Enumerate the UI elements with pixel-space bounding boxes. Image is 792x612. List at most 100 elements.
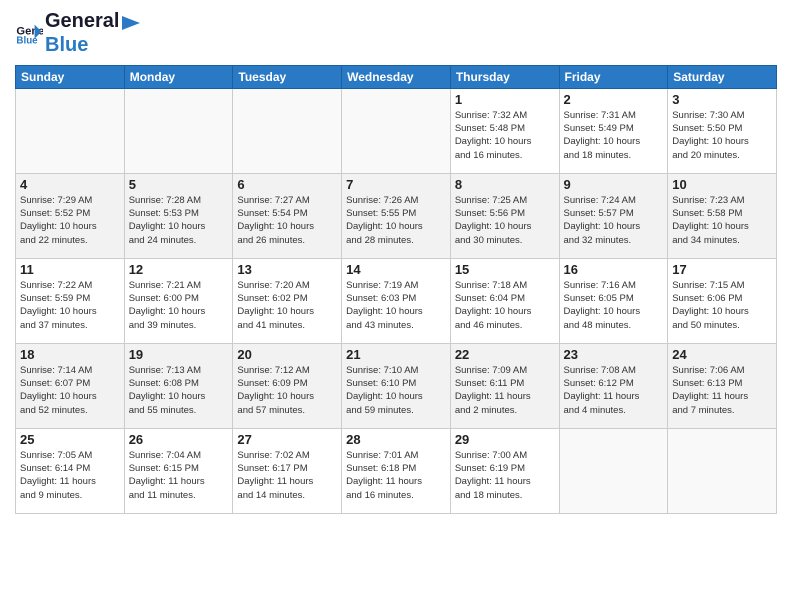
day-info: Sunrise: 7:15 AM Sunset: 6:06 PM Dayligh… <box>672 279 772 332</box>
calendar-cell: 19 Sunrise: 7:13 AM Sunset: 6:08 PM Dayli… <box>124 343 233 428</box>
day-info: Sunrise: 7:04 AM Sunset: 6:15 PM Dayligh… <box>129 449 229 502</box>
day-number: 6 <box>237 177 337 192</box>
day-number: 8 <box>455 177 555 192</box>
day-number: 1 <box>455 92 555 107</box>
day-info: Sunrise: 7:05 AM Sunset: 6:14 PM Dayligh… <box>20 449 120 502</box>
weekday-header-sunday: Sunday <box>16 65 125 88</box>
day-info: Sunrise: 7:02 AM Sunset: 6:17 PM Dayligh… <box>237 449 337 502</box>
calendar-cell: 10Sunrise: 7:23 AM Sunset: 5:58 PM Dayli… <box>668 173 777 258</box>
day-number: 14 <box>346 262 446 277</box>
calendar-cell: 11 Sunrise: 7:22 AM Sunset: 5:59 PM Dayli… <box>16 258 125 343</box>
day-info: Sunrise: 7:19 AM Sunset: 6:03 PM Dayligh… <box>346 279 446 332</box>
calendar-cell: 13Sunrise: 7:20 AM Sunset: 6:02 PM Dayli… <box>233 258 342 343</box>
day-info: Sunrise: 7:31 AM Sunset: 5:49 PM Dayligh… <box>564 109 664 162</box>
calendar-cell: 2Sunrise: 7:31 AM Sunset: 5:49 PM Daylig… <box>559 88 668 173</box>
day-number: 19 <box>129 347 229 362</box>
calendar-cell: 21 Sunrise: 7:10 AM Sunset: 6:10 PM Dayli… <box>342 343 451 428</box>
calendar-cell: 22 Sunrise: 7:09 AM Sunset: 6:11 PM Dayli… <box>450 343 559 428</box>
day-info: Sunrise: 7:13 AM Sunset: 6:08 PM Dayligh… <box>129 364 229 417</box>
day-info: Sunrise: 7:14 AM Sunset: 6:07 PM Dayligh… <box>20 364 120 417</box>
calendar-cell: 3Sunrise: 7:30 AM Sunset: 5:50 PM Daylig… <box>668 88 777 173</box>
day-info: Sunrise: 7:28 AM Sunset: 5:53 PM Dayligh… <box>129 194 229 247</box>
calendar-cell: 26 Sunrise: 7:04 AM Sunset: 6:15 PM Dayli… <box>124 428 233 513</box>
weekday-header-tuesday: Tuesday <box>233 65 342 88</box>
day-number: 27 <box>237 432 337 447</box>
logo-general: General <box>45 10 119 32</box>
calendar-cell <box>342 88 451 173</box>
calendar-cell: 1 Sunrise: 7:32 AM Sunset: 5:48 PM Daylig… <box>450 88 559 173</box>
day-info: Sunrise: 7:08 AM Sunset: 6:12 PM Dayligh… <box>564 364 664 417</box>
calendar-cell: 17 Sunrise: 7:15 AM Sunset: 6:06 PM Dayli… <box>668 258 777 343</box>
day-number: 22 <box>455 347 555 362</box>
calendar-cell <box>233 88 342 173</box>
calendar-cell: 9Sunrise: 7:24 AM Sunset: 5:57 PM Daylig… <box>559 173 668 258</box>
calendar-cell <box>124 88 233 173</box>
calendar-cell: 29Sunrise: 7:00 AM Sunset: 6:19 PM Dayli… <box>450 428 559 513</box>
day-info: Sunrise: 7:09 AM Sunset: 6:11 PM Dayligh… <box>455 364 555 417</box>
day-info: Sunrise: 7:29 AM Sunset: 5:52 PM Dayligh… <box>20 194 120 247</box>
day-number: 28 <box>346 432 446 447</box>
day-number: 13 <box>237 262 337 277</box>
day-info: Sunrise: 7:06 AM Sunset: 6:13 PM Dayligh… <box>672 364 772 417</box>
day-info: Sunrise: 7:26 AM Sunset: 5:55 PM Dayligh… <box>346 194 446 247</box>
day-number: 12 <box>129 262 229 277</box>
calendar-cell: 7 Sunrise: 7:26 AM Sunset: 5:55 PM Daylig… <box>342 173 451 258</box>
calendar-week-1: 1 Sunrise: 7:32 AM Sunset: 5:48 PM Daylig… <box>16 88 777 173</box>
day-info: Sunrise: 7:32 AM Sunset: 5:48 PM Dayligh… <box>455 109 555 162</box>
day-number: 7 <box>346 177 446 192</box>
day-info: Sunrise: 7:25 AM Sunset: 5:56 PM Dayligh… <box>455 194 555 247</box>
day-info: Sunrise: 7:10 AM Sunset: 6:10 PM Dayligh… <box>346 364 446 417</box>
calendar-cell: 28 Sunrise: 7:01 AM Sunset: 6:18 PM Dayli… <box>342 428 451 513</box>
day-number: 16 <box>564 262 664 277</box>
calendar-week-5: 25 Sunrise: 7:05 AM Sunset: 6:14 PM Dayli… <box>16 428 777 513</box>
calendar-cell: 25 Sunrise: 7:05 AM Sunset: 6:14 PM Dayli… <box>16 428 125 513</box>
weekday-header-monday: Monday <box>124 65 233 88</box>
day-info: Sunrise: 7:27 AM Sunset: 5:54 PM Dayligh… <box>237 194 337 247</box>
calendar-cell <box>16 88 125 173</box>
weekday-header-wednesday: Wednesday <box>342 65 451 88</box>
calendar-cell: 12 Sunrise: 7:21 AM Sunset: 6:00 PM Dayli… <box>124 258 233 343</box>
logo-blue: Blue <box>45 34 88 56</box>
day-number: 18 <box>20 347 120 362</box>
day-info: Sunrise: 7:12 AM Sunset: 6:09 PM Dayligh… <box>237 364 337 417</box>
weekday-header-thursday: Thursday <box>450 65 559 88</box>
day-number: 23 <box>564 347 664 362</box>
day-info: Sunrise: 7:21 AM Sunset: 6:00 PM Dayligh… <box>129 279 229 332</box>
day-number: 5 <box>129 177 229 192</box>
day-number: 20 <box>237 347 337 362</box>
calendar-cell <box>668 428 777 513</box>
day-number: 25 <box>20 432 120 447</box>
calendar-week-2: 4 Sunrise: 7:29 AM Sunset: 5:52 PM Daylig… <box>16 173 777 258</box>
calendar-cell: 18 Sunrise: 7:14 AM Sunset: 6:07 PM Dayli… <box>16 343 125 428</box>
calendar-cell: 8 Sunrise: 7:25 AM Sunset: 5:56 PM Daylig… <box>450 173 559 258</box>
calendar-week-3: 11 Sunrise: 7:22 AM Sunset: 5:59 PM Dayli… <box>16 258 777 343</box>
day-number: 26 <box>129 432 229 447</box>
day-number: 9 <box>564 177 664 192</box>
day-number: 21 <box>346 347 446 362</box>
calendar-cell: 16 Sunrise: 7:16 AM Sunset: 6:05 PM Dayli… <box>559 258 668 343</box>
day-info: Sunrise: 7:16 AM Sunset: 6:05 PM Dayligh… <box>564 279 664 332</box>
calendar-table: SundayMondayTuesdayWednesdayThursdayFrid… <box>15 65 777 514</box>
weekday-header-saturday: Saturday <box>668 65 777 88</box>
day-info: Sunrise: 7:30 AM Sunset: 5:50 PM Dayligh… <box>672 109 772 162</box>
day-info: Sunrise: 7:22 AM Sunset: 5:59 PM Dayligh… <box>20 279 120 332</box>
logo: General Blue General Blue <box>15 10 143 57</box>
day-number: 29 <box>455 432 555 447</box>
calendar-cell: 14 Sunrise: 7:19 AM Sunset: 6:03 PM Dayli… <box>342 258 451 343</box>
day-number: 10 <box>672 177 772 192</box>
logo-arrow <box>120 12 142 34</box>
calendar-cell: 5 Sunrise: 7:28 AM Sunset: 5:53 PM Daylig… <box>124 173 233 258</box>
calendar-week-4: 18 Sunrise: 7:14 AM Sunset: 6:07 PM Dayli… <box>16 343 777 428</box>
day-info: Sunrise: 7:01 AM Sunset: 6:18 PM Dayligh… <box>346 449 446 502</box>
day-number: 11 <box>20 262 120 277</box>
page: General Blue General Blue SundayMondayTu… <box>0 0 792 612</box>
weekday-header-friday: Friday <box>559 65 668 88</box>
svg-text:Blue: Blue <box>16 36 38 47</box>
header: General Blue General Blue <box>15 10 777 57</box>
day-info: Sunrise: 7:18 AM Sunset: 6:04 PM Dayligh… <box>455 279 555 332</box>
day-number: 24 <box>672 347 772 362</box>
day-number: 4 <box>20 177 120 192</box>
day-number: 17 <box>672 262 772 277</box>
calendar-cell: 27 Sunrise: 7:02 AM Sunset: 6:17 PM Dayli… <box>233 428 342 513</box>
logo-icon: General Blue <box>15 19 43 47</box>
